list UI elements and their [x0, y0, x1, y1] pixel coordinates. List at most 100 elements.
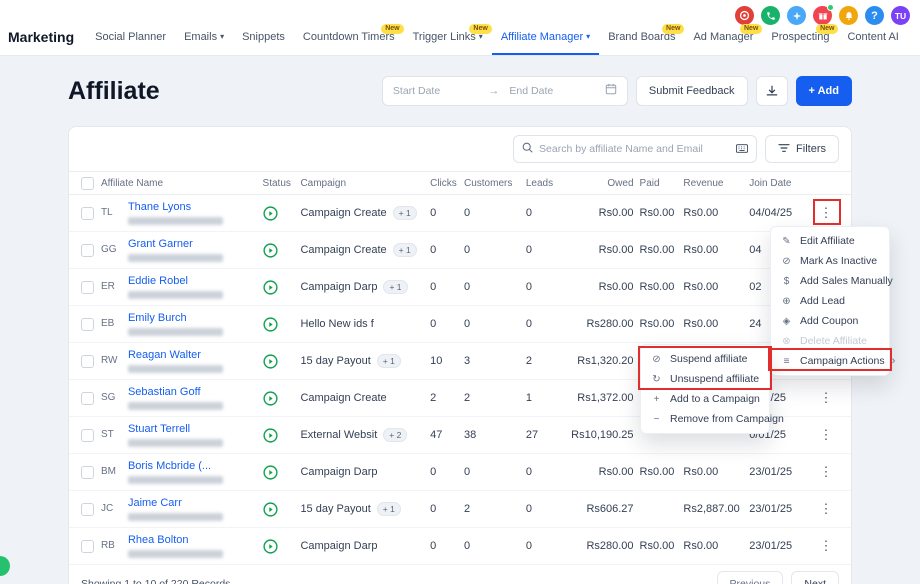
help-icon[interactable]: ?	[865, 6, 884, 25]
user-avatar[interactable]: TU	[891, 6, 910, 25]
avatar-initials: JC	[101, 503, 123, 514]
minus-icon: −	[650, 414, 663, 425]
leads-value: 0	[526, 281, 566, 293]
nav-tab[interactable]: Snippets ▾	[233, 31, 294, 55]
owed-value: Rs0.00	[566, 466, 640, 478]
download-button[interactable]	[756, 76, 788, 106]
nav-tab[interactable]: Content AI ▾	[838, 31, 907, 55]
menu-item[interactable]: ⊘ Mark As Inactive ›	[771, 251, 889, 271]
filters-button[interactable]: Filters	[765, 135, 839, 163]
row-checkbox[interactable]	[81, 318, 94, 331]
nav-tab[interactable]: Ad Manager ▾ New	[684, 31, 762, 55]
row-actions-kebab-icon[interactable]: ⋮	[820, 464, 833, 479]
status-active-icon	[263, 243, 301, 258]
affiliate-name-link[interactable]: Stuart Terrell	[128, 423, 223, 436]
join-date-value: 04/04/25	[749, 207, 813, 219]
submit-feedback-button[interactable]: Submit Feedback	[636, 76, 748, 106]
row-checkbox[interactable]	[81, 429, 94, 442]
table-row: ER Eddie Robel Campaign Darp + 1	[69, 269, 851, 306]
record-icon[interactable]	[735, 6, 754, 25]
row-checkbox[interactable]	[81, 540, 94, 553]
date-range-picker[interactable]: Start Date → End Date	[382, 76, 628, 106]
end-date-input[interactable]: End Date	[509, 85, 595, 97]
menu-item[interactable]: ≡ Campaign Actions ›	[771, 351, 889, 371]
next-page-button[interactable]: Next	[791, 571, 839, 584]
revenue-value: Rs0.00	[683, 318, 749, 330]
menu-item[interactable]: ⊗ Delete Affiliate ›	[771, 331, 889, 351]
table-row: GG Grant Garner Campaign Create + 1	[69, 232, 851, 269]
nav-tab[interactable]: Trigger Links ▾ New	[404, 31, 492, 55]
table-row: RB Rhea Bolton Campaign Darp	[69, 528, 851, 565]
affiliate-name-link[interactable]: Eddie Robel	[128, 275, 223, 288]
row-actions-kebab-icon[interactable]: ⋮	[820, 538, 833, 553]
row-actions-kebab-icon[interactable]: ⋮	[820, 427, 833, 442]
affiliate-name-link[interactable]: Rhea Bolton	[128, 534, 223, 547]
paid-value: Rs0.00	[640, 318, 684, 330]
leads-value: 2	[526, 355, 566, 367]
keyboard-icon[interactable]	[736, 140, 748, 158]
nav-tab[interactable]: Social Planner ▾	[86, 31, 175, 55]
row-checkbox[interactable]	[81, 503, 94, 516]
status-active-icon	[263, 280, 301, 295]
menu-item-label: Delete Affiliate	[800, 335, 867, 347]
row-actions-kebab-icon[interactable]: ⋮	[820, 205, 833, 220]
row-checkbox[interactable]	[81, 466, 94, 479]
floating-widget-button[interactable]	[0, 556, 10, 576]
menu-item[interactable]: ✎ Edit Affiliate ›	[771, 231, 889, 251]
menu-item[interactable]: ◈ Add Coupon ›	[771, 311, 889, 331]
submenu-item[interactable]: ↻ Unsuspend affiliate	[641, 369, 769, 389]
new-badge: New	[740, 24, 762, 34]
row-checkbox[interactable]	[81, 281, 94, 294]
menu-item[interactable]: $ Add Sales Manually ›	[771, 271, 889, 291]
nav-tab[interactable]: Affiliate Manager ▾	[492, 31, 599, 55]
nav-tab[interactable]: Brand Boards ▾ New	[599, 31, 684, 55]
add-button[interactable]: + Add	[796, 76, 852, 106]
affiliate-name-link[interactable]: Emily Burch	[128, 312, 223, 325]
affiliate-name-link[interactable]: Reagan Walter	[128, 349, 223, 362]
nav-tab[interactable]: Countdown Timers ▾ New	[294, 31, 404, 55]
revenue-value: Rs0.00	[683, 281, 749, 293]
search-icon	[522, 140, 533, 158]
row-checkbox[interactable]	[81, 244, 94, 257]
chevron-down-icon: ▾	[586, 33, 590, 41]
avatar-initials: ER	[101, 281, 123, 292]
previous-page-button[interactable]: Previous	[717, 571, 784, 584]
join-date-value: 23/01/25	[749, 540, 813, 552]
affiliate-name-link[interactable]: Jaime Carr	[128, 497, 223, 510]
submenu-item[interactable]: − Remove from Campaign	[641, 409, 769, 429]
launchpad-icon[interactable]	[787, 6, 806, 25]
nav-tab[interactable]: Prospecting ▾ New	[762, 31, 838, 55]
submenu-item-label: Suspend affiliate	[670, 353, 747, 365]
affiliate-name-link[interactable]: Boris Mcbride (...	[128, 460, 223, 473]
campaign-name: Campaign Darp	[300, 466, 377, 478]
row-checkbox[interactable]	[81, 355, 94, 368]
blurred-email	[128, 328, 223, 336]
leads-value: 0	[526, 318, 566, 330]
bell-icon[interactable]	[839, 6, 858, 25]
leads-value: 0	[526, 503, 566, 515]
start-date-input[interactable]: Start Date	[393, 85, 479, 97]
owed-value: Rs10,190.25	[566, 429, 640, 441]
row-actions-kebab-icon[interactable]: ⋮	[820, 390, 833, 405]
avatar-initials: SG	[101, 392, 123, 403]
affiliate-name-link[interactable]: Grant Garner	[128, 238, 223, 251]
menu-item[interactable]: ⊕ Add Lead ›	[771, 291, 889, 311]
search-input[interactable]	[539, 143, 730, 155]
affiliate-name-link[interactable]: Sebastian Goff	[128, 386, 223, 399]
nav-tab[interactable]: Emails ▾	[175, 31, 233, 55]
affiliate-name-link[interactable]: Thane Lyons	[128, 201, 223, 214]
select-all-checkbox[interactable]	[81, 177, 94, 190]
join-date-value: 23/01/25	[749, 466, 813, 478]
row-checkbox[interactable]	[81, 392, 94, 405]
row-actions-kebab-icon[interactable]: ⋮	[820, 501, 833, 516]
campaign-name: Campaign Create	[300, 244, 386, 256]
phone-icon[interactable]	[761, 6, 780, 25]
row-checkbox[interactable]	[81, 207, 94, 220]
column-header-join-date: Join Date	[749, 178, 813, 189]
marketing-nav: Marketing Social Planner ▾ Emails ▾	[8, 29, 908, 55]
filter-lines-icon	[778, 143, 790, 156]
submenu-item[interactable]: ⊘ Suspend affiliate	[641, 349, 769, 369]
gift-icon[interactable]	[813, 6, 832, 25]
campaign-count-pill: + 2	[383, 428, 407, 442]
submenu-item[interactable]: + Add to a Campaign	[641, 389, 769, 409]
